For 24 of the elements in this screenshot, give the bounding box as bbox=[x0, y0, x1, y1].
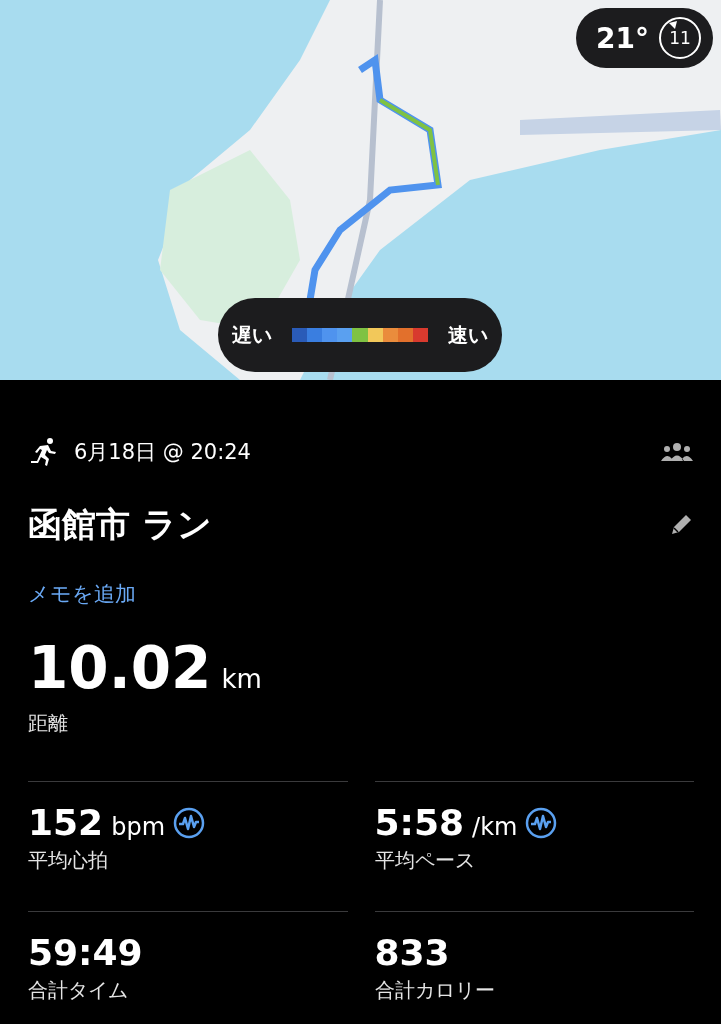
activity-date: 6月18日 @ 20:24 bbox=[74, 439, 251, 466]
stat-unit: /km bbox=[472, 813, 518, 841]
stat-value: 59:49 bbox=[28, 932, 143, 973]
group-icon[interactable] bbox=[660, 442, 694, 462]
timer-badge: 11 bbox=[657, 15, 703, 61]
temperature: 21° bbox=[596, 21, 649, 55]
stat-value: 5:58 bbox=[374, 802, 465, 843]
stat-unit: bpm bbox=[111, 813, 165, 841]
add-note-link[interactable]: メモを追加 bbox=[28, 580, 136, 608]
stat-value: 833 bbox=[374, 932, 450, 973]
stat-label: 合計タイム bbox=[28, 977, 129, 1004]
weather-badge[interactable]: 21° 11 bbox=[576, 8, 713, 68]
stat-value: 152 bbox=[28, 802, 104, 843]
heart-rate-icon[interactable] bbox=[525, 806, 558, 839]
distance-unit: km bbox=[221, 664, 262, 694]
distance-label: 距離 bbox=[28, 710, 69, 737]
legend-label: 遅い bbox=[232, 321, 272, 349]
legend-label: 速い bbox=[448, 321, 488, 349]
distance-value: 10.02 bbox=[28, 634, 212, 702]
heart-rate-icon[interactable] bbox=[173, 806, 205, 839]
stat-label: 平均心拍 bbox=[28, 847, 109, 874]
stat-label: 平均ペース bbox=[374, 847, 476, 874]
stat-label: 合計カロリー bbox=[374, 977, 496, 1004]
activity-title: 函館市 ラン bbox=[28, 503, 212, 546]
